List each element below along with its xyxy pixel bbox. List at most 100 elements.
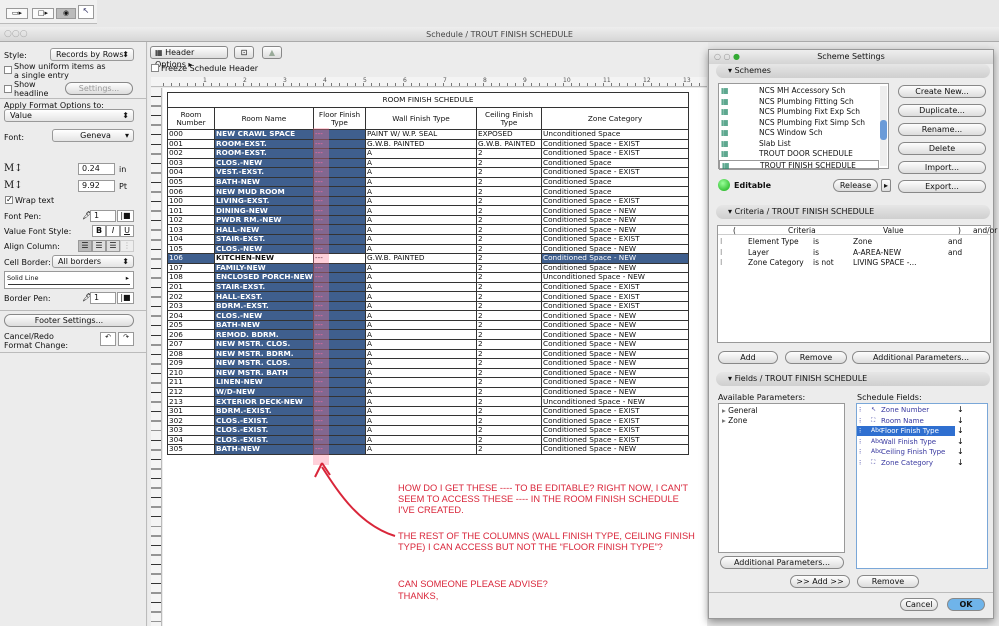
cell-num[interactable]: 202 (167, 291, 215, 302)
cell-name[interactable]: BATH-NEW (214, 176, 314, 188)
table-row[interactable]: 006 NEW MUD ROOM --- A 2 Conditioned Space (167, 186, 690, 197)
cell-wall[interactable]: A (365, 405, 477, 417)
cell-wall[interactable]: A (365, 358, 477, 369)
cell-zone[interactable]: Conditioned Space - NEW (540, 444, 690, 455)
table-row[interactable]: 107 FAMILY-NEW --- A 2 Conditioned Space - NE… (167, 262, 690, 274)
criteria-button-remove[interactable]: Remove (785, 351, 847, 364)
table-row[interactable]: 003 CLOS.-NEW --- A 2 Conditioned Space (167, 157, 690, 169)
cell-name[interactable]: NEW CRAWL SPACE (214, 129, 314, 140)
window-controls[interactable]: ○○○ (4, 27, 28, 42)
cell-wall[interactable]: A (365, 224, 477, 235)
cell-zone[interactable]: Conditioned Space - EXIST (540, 195, 690, 207)
export-icon[interactable]: ▲ (262, 46, 282, 59)
cell-ceil[interactable]: 2 (476, 329, 542, 341)
cell-wall[interactable]: A (365, 243, 477, 255)
cell-num[interactable]: 208 (167, 348, 215, 360)
cell-name[interactable]: BATH-NEW (214, 319, 314, 331)
cell-name[interactable]: CLOS.-EXIST. (214, 434, 314, 446)
cell-ceil[interactable]: 2 (476, 386, 542, 398)
table-row[interactable]: 210 NEW MSTR. BATH --- A 2 Conditioned Space … (167, 367, 690, 379)
cell-ceil[interactable]: 2 (476, 415, 542, 426)
cell-ceil[interactable]: 2 (476, 157, 542, 169)
column-header[interactable]: Ceiling Finish Type (476, 107, 542, 130)
cell-zone[interactable]: Conditioned Space (540, 186, 690, 197)
cell-name[interactable]: ROOM-EXST. (214, 148, 314, 159)
table-row[interactable]: 208 NEW MSTR. BDRM. --- A 2 Conditioned Space… (167, 348, 690, 360)
scheme-button-rename[interactable]: Rename... (898, 123, 986, 136)
cell-name[interactable]: NEW MSTR. CLOS. (214, 339, 314, 350)
cell-name[interactable]: KITCHEN-NEW (214, 253, 314, 264)
table-row[interactable]: 207 NEW MSTR. CLOS. --- A 2 Conditioned Space… (167, 339, 690, 350)
cell-wall[interactable]: A (365, 396, 477, 407)
cell-wall[interactable]: A (365, 195, 477, 207)
table-row[interactable]: 001 ROOM-EXST. --- G.W.B. PAINTED G.W.B. PAI… (167, 138, 690, 150)
wrap-checkbox[interactable]: ✓ (5, 196, 13, 204)
cell-num[interactable]: 005 (167, 176, 215, 188)
cell-name[interactable]: BDRM.-EXST. (214, 300, 314, 312)
cell-ceil[interactable]: 2 (476, 405, 542, 417)
cell-wall[interactable]: A (365, 157, 477, 169)
align-left-icon[interactable]: ☰ (78, 240, 92, 252)
cell-name[interactable]: STAIR-EXST. (214, 234, 314, 245)
cell-num[interactable]: 103 (167, 224, 215, 235)
cell-wall[interactable]: A (365, 300, 477, 312)
criteria-table[interactable]: (Criteria Value) and/or ⁝ Element Type is Zon… (717, 225, 997, 343)
cell-num[interactable]: 201 (167, 281, 215, 293)
cell-zone[interactable]: Conditioned Space - EXIST (540, 167, 690, 178)
cell-zone[interactable]: Conditioned Space - NEW (540, 386, 690, 398)
cell-num[interactable]: 108 (167, 272, 215, 283)
cell-border-select[interactable]: All borders ⬍ (52, 255, 134, 268)
cell-ceil[interactable]: 2 (476, 310, 542, 321)
view-tool-icon[interactable]: ▭▸ (6, 8, 28, 19)
sort-arrow-icon[interactable]: ↓ (957, 416, 964, 425)
scheme-item[interactable]: ▦ TROUT FINISH SCHEDULE (719, 159, 879, 170)
column-header[interactable]: Floor Finish Type (313, 107, 366, 130)
cell-num[interactable]: 204 (167, 310, 215, 321)
footer-settings-button[interactable]: Footer Settings... (4, 314, 134, 327)
table-row[interactable]: 305 BATH-NEW --- A 2 Conditioned Space - NEW (167, 444, 690, 455)
dialog-window-controls[interactable]: ○ ○ ● (714, 50, 740, 64)
column-header[interactable]: Zone Category (540, 107, 690, 130)
cell-zone[interactable]: Conditioned Space - NEW (540, 310, 690, 321)
criteria-row[interactable]: ⁝ Layer is A-AREA-NEW and (718, 248, 988, 258)
cell-wall[interactable]: A (365, 377, 477, 388)
font-pen-input[interactable]: 1 (90, 210, 116, 222)
table-row[interactable]: 108 ENCLOSED PORCH-NEW --- A 2 Unconditioned … (167, 272, 690, 283)
table-row[interactable]: 204 CLOS.-NEW --- A 2 Conditioned Space - NEW (167, 310, 690, 321)
release-menu-button[interactable]: ▸ (881, 179, 891, 192)
cell-zone[interactable]: Conditioned Space - EXIST (540, 281, 690, 293)
cell-name[interactable]: ROOM-EXST. (214, 138, 314, 150)
cell-zone[interactable]: Conditioned Space - EXIST (540, 405, 690, 417)
cell-wall[interactable]: A (365, 319, 477, 331)
line-type-select[interactable]: Solid Line ▸ (4, 271, 134, 289)
table-row[interactable]: 106 KITCHEN-NEW --- G.W.B. PAINTED 2 Conditio… (167, 253, 690, 264)
cell-num[interactable]: 303 (167, 424, 215, 436)
schedule-field-item[interactable]: ⁝ ⛶ Room Name (857, 416, 955, 426)
cell-wall[interactable]: A (365, 148, 477, 159)
cell-ceil[interactable]: 2 (476, 234, 542, 245)
italic-button[interactable]: I (106, 225, 120, 237)
cell-ceil[interactable]: 2 (476, 243, 542, 255)
criteria-row[interactable]: ⁝ Zone Category is not LIVING SPACE -... (718, 258, 988, 268)
cell-ceil[interactable]: 2 (476, 167, 542, 178)
uniform-checkbox[interactable] (4, 66, 12, 74)
cell-ceil[interactable]: 2 (476, 434, 542, 446)
table-row[interactable]: 211 LINEN-NEW --- A 2 Conditioned Space - NEW (167, 377, 690, 388)
table-row[interactable]: 202 HALL-EXST. --- A 2 Conditioned Space - EX… (167, 291, 690, 302)
cell-ceil[interactable]: 2 (476, 444, 542, 455)
cell-num[interactable]: 004 (167, 167, 215, 178)
schemes-section-header[interactable]: ▾ Schemes (716, 64, 990, 78)
table-row[interactable]: 104 STAIR-EXST. --- A 2 Conditioned Space - E… (167, 234, 690, 245)
table-row[interactable]: 301 BDRM.-EXIST. --- A 2 Conditioned Space - … (167, 405, 690, 417)
cell-wall[interactable]: A (365, 291, 477, 302)
cell-wall[interactable]: PAINT W/ W.P. SEAL (365, 129, 477, 140)
cell-ceil[interactable]: G.W.B. PAINTED (476, 138, 542, 150)
cell-zone[interactable]: Conditioned Space - NEW (540, 319, 690, 331)
cell-zone[interactable]: Conditioned Space - NEW (540, 243, 690, 255)
cell-zone[interactable]: Conditioned Space - EXIST (540, 234, 690, 245)
cell-num[interactable]: 305 (167, 444, 215, 455)
cell-ceil[interactable]: 2 (476, 291, 542, 302)
add-field-button[interactable]: >> Add >> (790, 575, 850, 588)
cell-num[interactable]: 209 (167, 358, 215, 369)
available-parameter-item[interactable]: ▸ Zone (722, 416, 747, 425)
